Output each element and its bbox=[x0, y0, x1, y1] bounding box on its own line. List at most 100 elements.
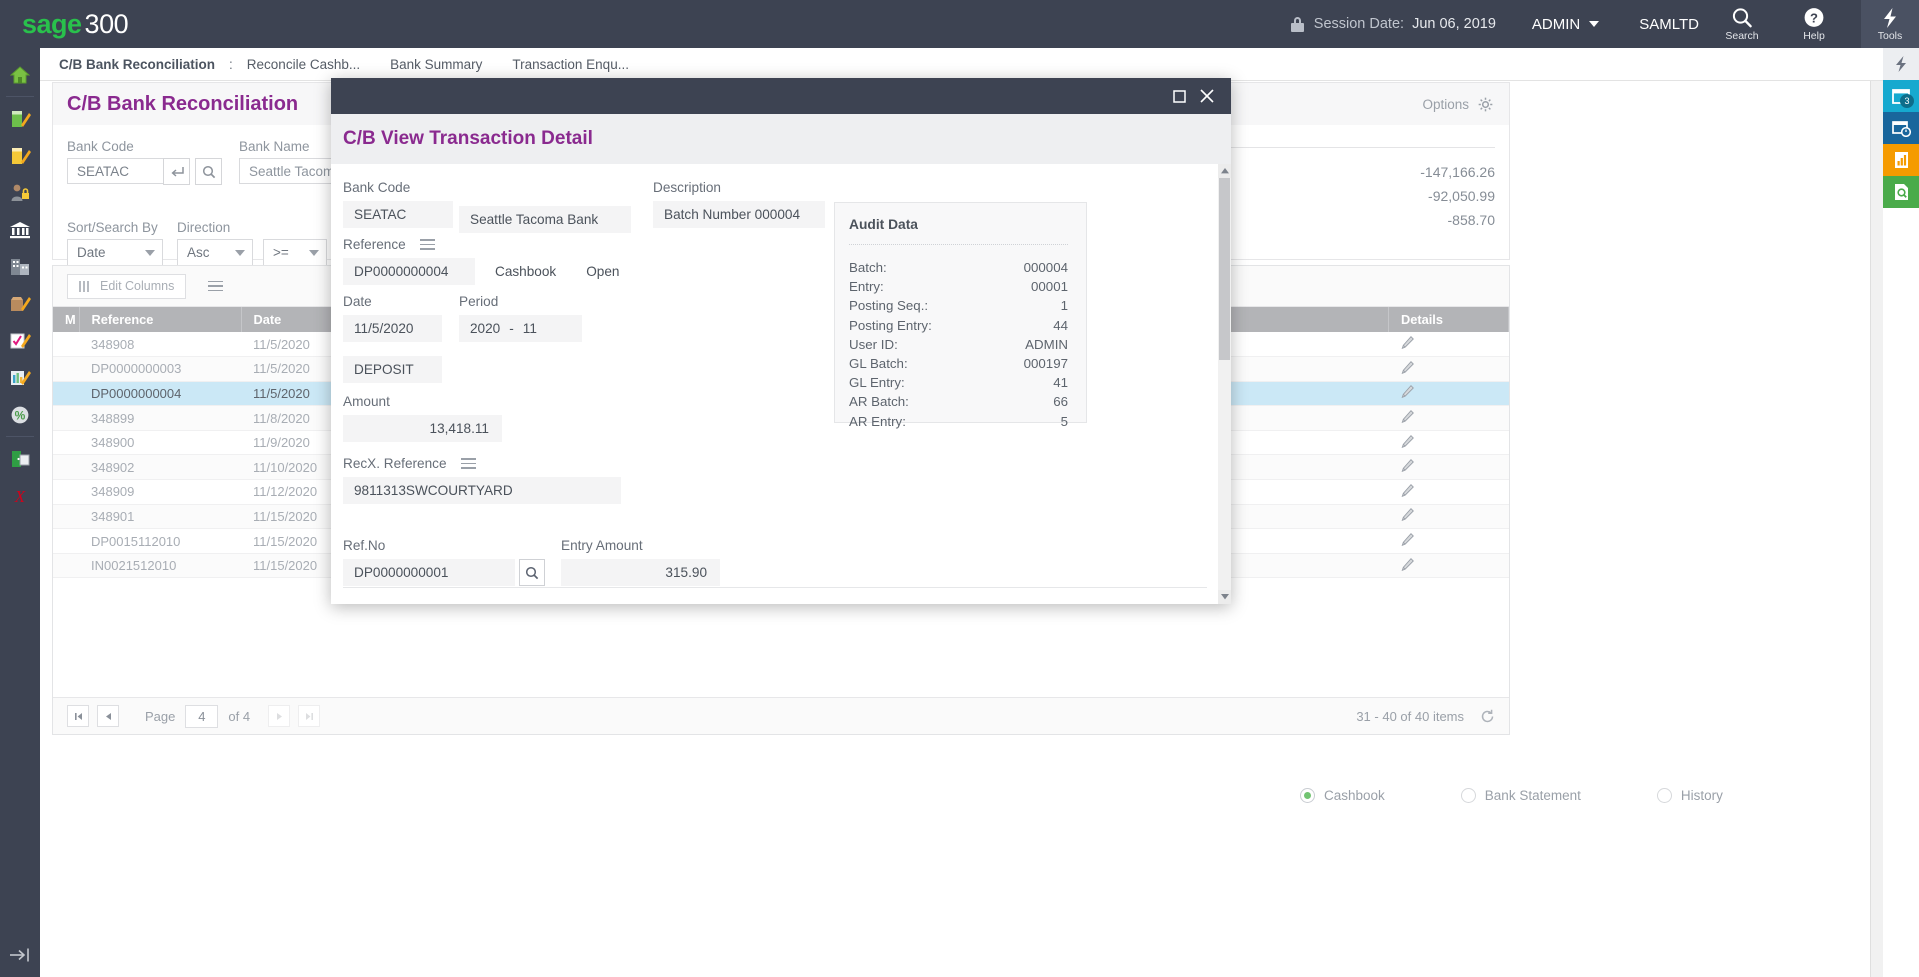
page-scrollbar-track[interactable] bbox=[1870, 48, 1883, 977]
sidebar-item-close[interactable]: X bbox=[0, 477, 40, 514]
cell-details[interactable] bbox=[1389, 381, 1509, 406]
cell-details[interactable] bbox=[1389, 480, 1509, 505]
lightning-bolt-icon bbox=[1893, 55, 1909, 73]
modal-refno-field[interactable]: DP0000000001 bbox=[343, 559, 515, 586]
modal-reference-field[interactable]: DP0000000004 bbox=[343, 258, 475, 285]
modal-period-month: 11 bbox=[523, 321, 537, 336]
cell-details[interactable] bbox=[1389, 529, 1509, 554]
radio-history[interactable]: History bbox=[1657, 788, 1723, 803]
edit-columns-button[interactable]: Edit Columns bbox=[67, 274, 186, 299]
dialog-scrollbar-track[interactable] bbox=[1218, 164, 1231, 604]
modal-bank-code-field[interactable]: SEATAC bbox=[343, 201, 453, 228]
collapse-arrow-icon bbox=[9, 947, 31, 963]
modal-entry-amount-field[interactable]: 315.90 bbox=[561, 559, 720, 586]
cell-details[interactable] bbox=[1389, 430, 1509, 455]
cell-m bbox=[53, 406, 79, 431]
rail-recent-button[interactable] bbox=[1883, 112, 1919, 144]
page-number-input[interactable]: 4 bbox=[185, 705, 218, 728]
cell-details[interactable] bbox=[1389, 332, 1509, 357]
audit-row-label: User ID: bbox=[849, 335, 898, 354]
modal-bank-name-field[interactable]: Seattle Tacoma Bank bbox=[459, 206, 631, 233]
bank-code-search-button[interactable] bbox=[195, 158, 222, 185]
dialog-scroll-up-arrow[interactable] bbox=[1218, 164, 1231, 178]
dialog-scrollbar-thumb[interactable] bbox=[1219, 178, 1230, 360]
tools-button[interactable]: Tools bbox=[1861, 0, 1919, 48]
audit-row-label: Posting Seq.: bbox=[849, 296, 928, 315]
modal-description-field[interactable]: Batch Number 000004 bbox=[653, 201, 825, 228]
sidebar-item-inventory-control[interactable] bbox=[0, 285, 40, 322]
modal-period-field[interactable]: 2020 - 11 bbox=[459, 315, 582, 342]
audit-row-label: GL Batch: bbox=[849, 354, 908, 373]
cell-details[interactable] bbox=[1389, 406, 1509, 431]
first-page-button[interactable] bbox=[67, 705, 89, 727]
modal-period-label: Period bbox=[459, 294, 582, 309]
refresh-icon[interactable] bbox=[1480, 709, 1495, 724]
last-page-button[interactable] bbox=[298, 705, 320, 727]
modal-source-label: Cashbook bbox=[495, 264, 556, 279]
admin-menu[interactable]: ADMIN bbox=[1532, 16, 1599, 33]
grid-col-reference[interactable]: Reference bbox=[79, 307, 241, 332]
sage-logo[interactable]: sage300 bbox=[22, 9, 128, 40]
breadcrumb-tab-bank-summary[interactable]: Bank Summary bbox=[390, 57, 482, 72]
direction-select[interactable]: Asc bbox=[177, 239, 253, 266]
grid-menu-icon[interactable] bbox=[208, 281, 223, 292]
grid-col-m[interactable]: M bbox=[53, 307, 79, 332]
user-lock-icon bbox=[9, 183, 31, 203]
sidebar-item-accounts-payable[interactable] bbox=[0, 137, 40, 174]
open-windows-count: 3 bbox=[1900, 94, 1914, 108]
rail-reports-button[interactable] bbox=[1883, 144, 1919, 176]
sidebar-item-accounts-receivable[interactable] bbox=[0, 100, 40, 137]
sidebar-item-common-services[interactable] bbox=[0, 248, 40, 285]
operator-select[interactable]: >= bbox=[263, 239, 327, 266]
rail-inquiry-button[interactable] bbox=[1883, 176, 1919, 208]
modal-transaction-type-field[interactable]: DEPOSIT bbox=[343, 356, 442, 383]
next-page-button[interactable] bbox=[268, 705, 290, 727]
cell-details[interactable] bbox=[1389, 504, 1509, 529]
operator-value: >= bbox=[273, 245, 289, 260]
modal-recx-reference-field[interactable]: 9811313SWCOURTYARD bbox=[343, 477, 621, 504]
recx-reference-menu-icon[interactable] bbox=[461, 458, 476, 469]
maximize-button[interactable] bbox=[1165, 82, 1193, 110]
sidebar-item-purchase-orders[interactable] bbox=[0, 359, 40, 396]
search-button[interactable]: Search bbox=[1713, 0, 1771, 48]
sidebar-item-bank-services[interactable] bbox=[0, 211, 40, 248]
audit-row-label: Batch: bbox=[849, 258, 887, 277]
sort-search-by-select[interactable]: Date bbox=[67, 239, 163, 266]
close-button[interactable] bbox=[1193, 82, 1221, 110]
breadcrumb-tab-reconcile-cashbook[interactable]: Reconcile Cashb... bbox=[247, 57, 360, 72]
audit-row-label: AR Batch: bbox=[849, 392, 909, 411]
sidebar-item-home[interactable] bbox=[0, 56, 40, 93]
radio-bank-statement[interactable]: Bank Statement bbox=[1461, 788, 1581, 803]
audit-row: AR Entry:5 bbox=[849, 412, 1068, 431]
cell-details[interactable] bbox=[1389, 553, 1509, 578]
previous-page-button[interactable] bbox=[97, 705, 119, 727]
sidebar-item-order-entry[interactable] bbox=[0, 322, 40, 359]
bank-name-label: Bank Name bbox=[239, 139, 310, 154]
sidebar-item-sign-out[interactable] bbox=[0, 440, 40, 477]
rail-tools-button[interactable] bbox=[1883, 48, 1919, 80]
lightning-bolt-icon bbox=[1880, 7, 1900, 29]
breadcrumb-tab-transaction-enquiry[interactable]: Transaction Enqu... bbox=[512, 57, 629, 72]
rail-open-windows-button[interactable]: 3 bbox=[1883, 80, 1919, 112]
audit-row: AR Batch:66 bbox=[849, 392, 1068, 411]
cell-details[interactable] bbox=[1389, 357, 1509, 382]
grid-col-details[interactable]: Details bbox=[1389, 307, 1509, 332]
refno-search-button[interactable] bbox=[519, 559, 545, 586]
report-chart-icon bbox=[1893, 151, 1910, 169]
dialog-scroll-down-arrow[interactable] bbox=[1218, 590, 1231, 604]
help-button[interactable]: ? Help bbox=[1785, 0, 1843, 48]
options-button[interactable]: Options bbox=[1422, 97, 1493, 112]
sidebar-item-tax-services[interactable]: % bbox=[0, 396, 40, 433]
document-search-icon bbox=[1893, 183, 1910, 201]
transaction-details-section[interactable]: Transaction Details bbox=[345, 601, 496, 604]
radio-cashbook[interactable]: Cashbook bbox=[1300, 788, 1385, 803]
modal-date-field[interactable]: 11/5/2020 bbox=[343, 315, 442, 342]
reference-menu-icon[interactable] bbox=[420, 239, 435, 250]
audit-row-label: Entry: bbox=[849, 277, 884, 296]
cell-details[interactable] bbox=[1389, 455, 1509, 480]
breadcrumb-root[interactable]: C/B Bank Reconciliation bbox=[59, 57, 215, 72]
bank-code-enter-button[interactable] bbox=[163, 158, 190, 185]
sidebar-item-administrative-services[interactable] bbox=[0, 174, 40, 211]
modal-amount-field[interactable]: 13,418.11 bbox=[343, 415, 502, 442]
sidebar-collapse-button[interactable] bbox=[0, 947, 40, 963]
